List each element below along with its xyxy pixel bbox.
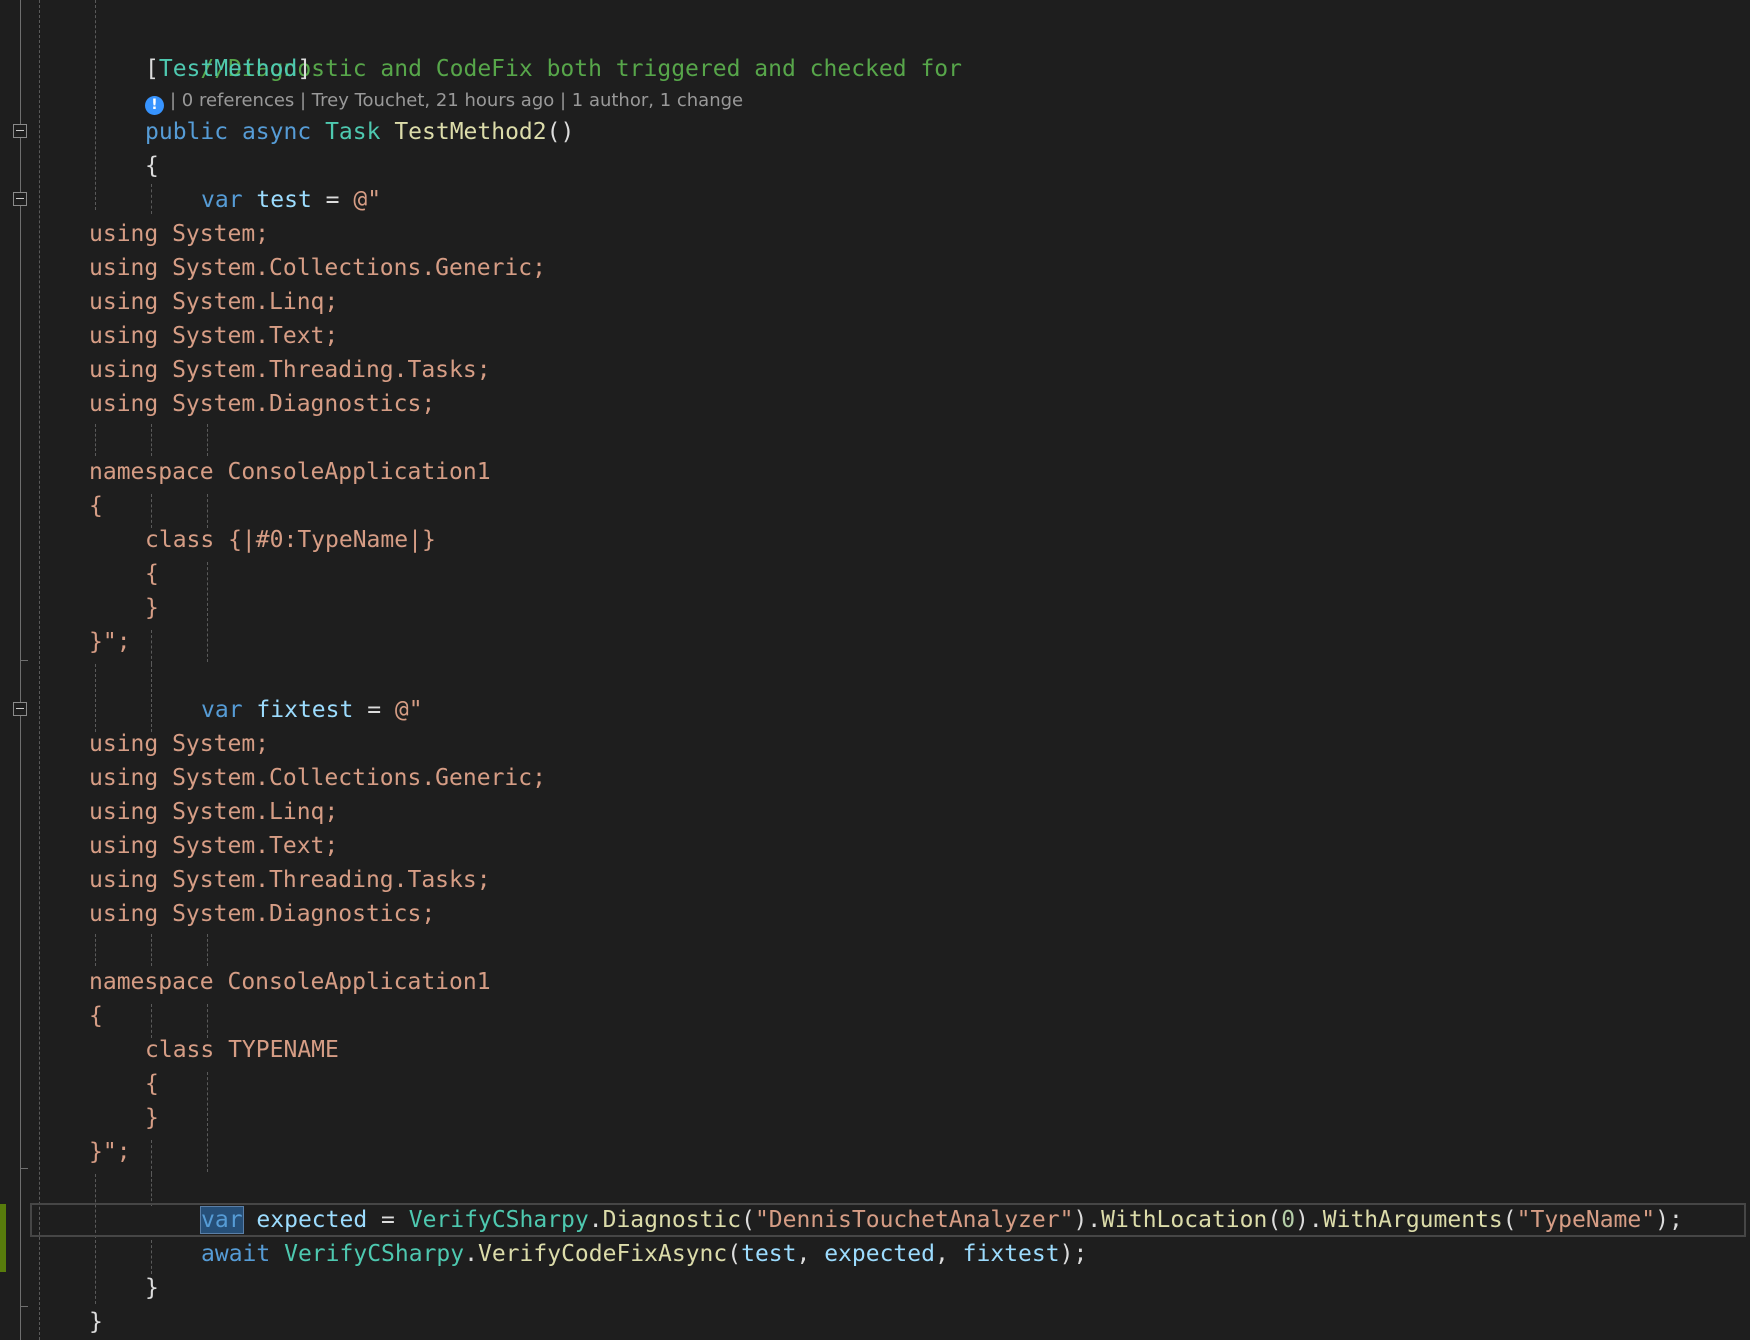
indent-guide	[207, 1072, 208, 1172]
indent-guide	[207, 934, 208, 966]
bracket: ]	[297, 56, 312, 82]
number-literal: 0	[1281, 1207, 1296, 1233]
code-line-string[interactable]: {	[0, 557, 159, 591]
variable-name[interactable]: expected	[824, 1241, 935, 1267]
keyword: async	[241, 119, 312, 145]
string-literal: "TypeName"	[1516, 1207, 1656, 1233]
comma: ,	[796, 1241, 825, 1267]
code-editor[interactable]: //Diagnostic and CodeFix both triggered …	[0, 0, 1750, 1340]
code-line-string[interactable]: using System.Diagnostics;	[0, 387, 435, 421]
keyword: await	[201, 1241, 271, 1267]
code-line-string[interactable]: namespace ConsoleApplication1	[0, 455, 491, 489]
attribute-name[interactable]: TestMethod	[159, 56, 297, 82]
keyword: var	[201, 187, 243, 213]
code-line-await[interactable]: await VerifyCSharpy.VerifyCodeFixAsync(t…	[0, 1237, 1087, 1271]
code-line-var-test[interactable]: var test = @"	[0, 183, 381, 217]
bracket: [	[145, 56, 159, 82]
code-line-attribute[interactable]: [TestMethod]	[0, 52, 311, 86]
info-icon[interactable]: !	[145, 96, 164, 115]
variable-name[interactable]: fixtest	[963, 1241, 1060, 1267]
variable-name[interactable]: test	[256, 187, 311, 213]
dot: .	[464, 1241, 478, 1267]
brace: {	[145, 153, 159, 179]
code-line-method-signature[interactable]: public async Task TestMethod2()	[0, 115, 574, 149]
code-line-string[interactable]: using System;	[0, 217, 269, 251]
indent-guide	[95, 934, 96, 966]
paren: (	[741, 1207, 755, 1233]
paren: ).	[1073, 1207, 1102, 1233]
code-line-string[interactable]: }	[0, 591, 159, 625]
code-line-string[interactable]: }	[0, 1101, 159, 1135]
code-line-string[interactable]: {	[0, 489, 103, 523]
operator: =	[353, 697, 395, 723]
paren: ).	[1295, 1207, 1323, 1233]
code-line-brace[interactable]: }	[0, 1271, 159, 1305]
keyword-selected[interactable]: var	[200, 1206, 244, 1234]
code-line-brace[interactable]: }	[0, 1305, 103, 1339]
code-line-brace[interactable]: {	[0, 149, 159, 183]
keyword: var	[201, 697, 243, 723]
type-name[interactable]: VerifyCSharpy	[409, 1207, 589, 1233]
operator: =	[311, 187, 354, 213]
code-line-string[interactable]: using System.Collections.Generic;	[0, 251, 546, 285]
indent-guide	[151, 934, 152, 966]
paren: (	[1267, 1207, 1282, 1233]
parens: ()	[546, 119, 575, 145]
code-line-comment[interactable]: //Diagnostic and CodeFix both triggered …	[0, 18, 962, 82]
paren: (	[727, 1241, 742, 1267]
paren: (	[1502, 1207, 1517, 1233]
code-line-string[interactable]: }";	[0, 1135, 131, 1169]
code-line-string[interactable]: using System.Linq;	[0, 285, 338, 319]
comment-text: //Diagnostic and CodeFix both triggered …	[200, 56, 962, 82]
indent-guide	[207, 562, 208, 662]
code-line-string[interactable]: using System.Threading.Tasks;	[0, 863, 491, 897]
variable-name[interactable]: test	[741, 1241, 796, 1267]
code-line-string[interactable]: using System.Threading.Tasks;	[0, 353, 491, 387]
variable-name[interactable]: fixtest	[256, 697, 353, 723]
method-name[interactable]: TestMethod2	[394, 119, 546, 145]
code-line-expected[interactable]: var expected = VerifyCSharpy.Diagnostic(…	[0, 1203, 1683, 1237]
string-literal: @"	[353, 187, 382, 213]
indent-guide	[151, 1140, 152, 1174]
code-line-string[interactable]: }";	[0, 625, 131, 659]
type-name[interactable]: VerifyCSharpy	[284, 1241, 464, 1267]
operator: =	[367, 1207, 409, 1233]
type-name: Task	[325, 119, 381, 145]
outline-end-tick	[20, 660, 28, 661]
paren: );	[1655, 1207, 1683, 1233]
code-line-string[interactable]: namespace ConsoleApplication1	[0, 965, 491, 999]
code-line-string[interactable]: using System;	[0, 727, 269, 761]
code-line-string[interactable]: using System.Text;	[0, 319, 338, 353]
method-name[interactable]: WithLocation	[1101, 1207, 1267, 1233]
comma: ,	[934, 1241, 963, 1267]
method-name[interactable]: WithArguments	[1323, 1207, 1503, 1233]
indent-guide	[207, 424, 208, 456]
code-line-string[interactable]: {	[0, 999, 103, 1033]
dot: .	[588, 1207, 603, 1233]
code-line-string[interactable]: using System.Linq;	[0, 795, 338, 829]
codelens-bar[interactable]: ! | 0 references | Trey Touchet, 21 hours…	[145, 86, 743, 116]
code-line-string[interactable]: using System.Diagnostics;	[0, 897, 435, 931]
method-name[interactable]: Diagnostic	[603, 1207, 741, 1233]
variable-name[interactable]: expected	[256, 1207, 367, 1233]
code-line-string[interactable]: class TYPENAME	[0, 1033, 339, 1067]
string-literal: "DennisTouchetAnalyzer"	[754, 1207, 1074, 1233]
indent-guide	[151, 1174, 152, 1206]
code-line-string[interactable]: using System.Collections.Generic;	[0, 761, 546, 795]
indent-guide	[95, 424, 96, 456]
indent-guide	[151, 630, 152, 664]
code-line-var-fixtest[interactable]: var fixtest = @"	[0, 693, 423, 727]
indent-guide	[151, 424, 152, 456]
code-line-string[interactable]: {	[0, 1067, 159, 1101]
codelens-text[interactable]: | 0 references | Trey Touchet, 21 hours …	[170, 90, 743, 111]
string-literal: @"	[394, 697, 423, 723]
code-line-string[interactable]: class {|#0:TypeName|}	[0, 523, 436, 557]
method-name[interactable]: VerifyCodeFixAsync	[478, 1241, 727, 1267]
keyword: public	[145, 119, 229, 145]
code-line-string[interactable]: using System.Text;	[0, 829, 338, 863]
paren: );	[1059, 1241, 1088, 1267]
